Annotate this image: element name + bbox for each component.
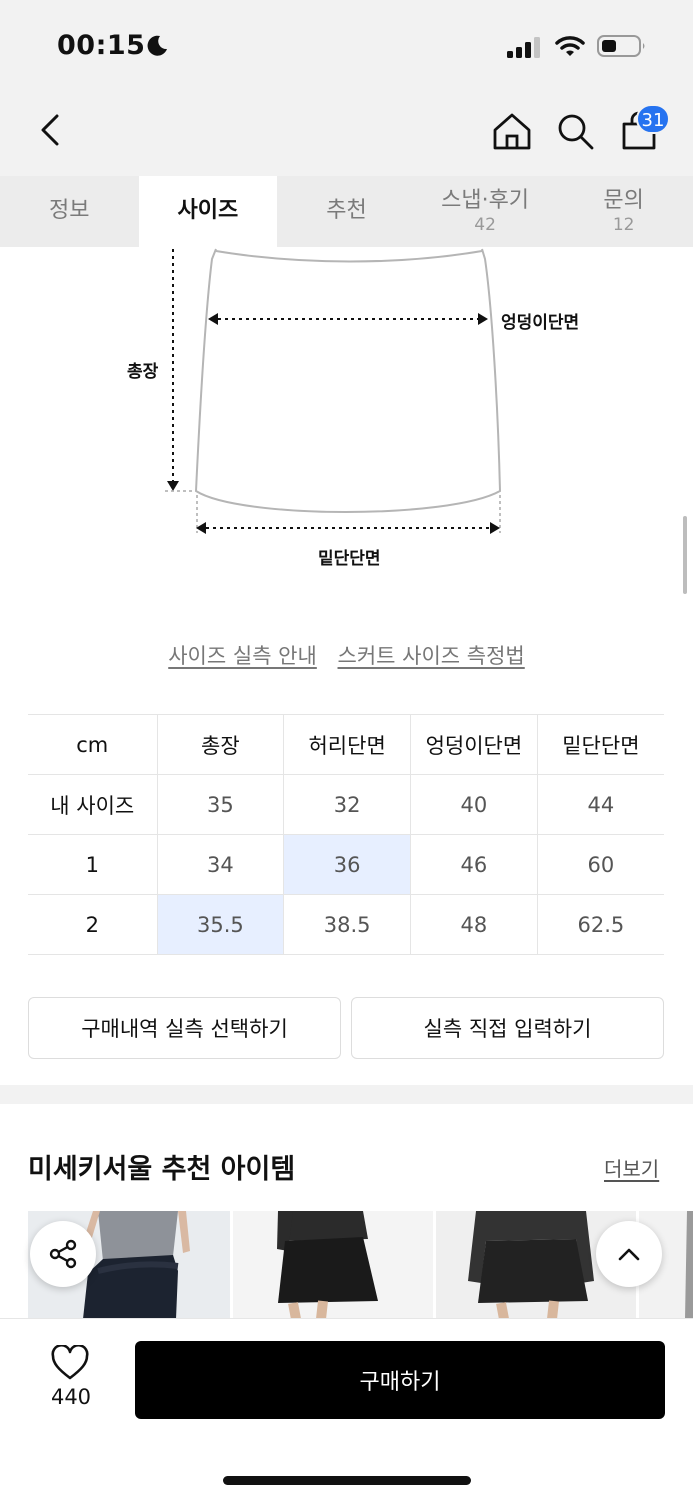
see-more-link[interactable]: 더보기 [604,1153,659,1182]
status-bar: 00:15 [0,0,693,95]
product-thumbnail[interactable] [233,1211,433,1319]
table-cell: 44 [536,774,664,835]
scrollbar[interactable] [683,516,687,594]
like-count: 440 [50,1385,92,1409]
table-cell: 32 [283,774,411,835]
manual-measure-input-button[interactable]: 실측 직접 입력하기 [351,997,664,1059]
chevron-up-icon [618,1248,640,1261]
recommend-section-title: 미세키서울 추천 아이템 [28,1154,296,1185]
select-purchase-history-button[interactable]: 구매내역 실측 선택하기 [28,997,341,1059]
table-header-row: cm 총장 허리단면 엉덩이단면 밑단단면 [28,714,664,775]
table-header-cell: 총장 [156,714,284,775]
heart-icon[interactable] [50,1345,90,1381]
table-header-cell: 엉덩이단면 [410,714,538,775]
table-cell: 46 [410,834,538,895]
table-cell: 1 [28,834,157,895]
length-label: 총장 [127,362,159,382]
size-table: cm 총장 허리단면 엉덩이단면 밑단단면 내 사이즈 35 32 40 44 … [28,714,664,955]
home-icon[interactable] [491,111,533,151]
table-row: 2 35.5 38.5 48 62.5 [28,894,664,955]
tab-bar: 정보 사이즈 추천 스냅·후기 42 문의 12 [0,176,693,247]
tab-label: 사이즈 [177,198,239,224]
table-row: 내 사이즈 35 32 40 44 [28,774,664,835]
table-cell: 48 [410,894,538,955]
search-icon[interactable] [555,111,595,151]
table-cell: 62.5 [536,894,664,955]
table-cell: 60 [536,834,664,895]
cart-count-badge: 31 [636,104,670,134]
home-indicator [223,1476,471,1485]
tab-info[interactable]: 정보 [0,176,139,247]
tab-recommend[interactable]: 추천 [277,176,416,247]
table-cell: 40 [410,774,538,835]
scroll-to-top-button[interactable] [596,1221,662,1287]
size-input-actions: 구매내역 실측 선택하기 실측 직접 입력하기 [28,997,664,1059]
status-time: 00:15 [57,30,146,61]
hem-width-label: 밑단단면 [318,549,381,569]
table-cell: 38.5 [283,894,411,955]
recommend-carousel [28,1211,693,1319]
tab-label: 정보 [49,198,90,224]
table-header-cell: 허리단면 [283,714,411,775]
tab-count: 12 [612,214,635,235]
table-cell: 내 사이즈 [28,774,157,835]
section-divider [0,1085,693,1104]
back-icon[interactable] [36,113,66,147]
table-header-cell: cm [28,714,157,775]
wifi-icon [555,36,585,56]
battery-icon [597,35,645,57]
share-icon [49,1239,77,1269]
skirt-measure-method-link[interactable]: 스커트 사이즈 측정법 [338,644,525,668]
share-button[interactable] [30,1221,96,1287]
table-cell: 35 [156,774,284,835]
size-guide-links: 사이즈 실측 안내 스커트 사이즈 측정법 [0,640,693,670]
table-header-cell: 밑단단면 [536,714,664,775]
tab-snap-review[interactable]: 스냅·후기 42 [416,176,555,247]
bottom-purchase-bar: 440 구매하기 [0,1318,693,1500]
tab-label: 추천 [326,198,367,224]
table-cell-highlighted: 35.5 [156,894,284,955]
moon-icon [147,35,167,56]
buy-button[interactable]: 구매하기 [135,1341,665,1419]
tab-inquiry[interactable]: 문의 12 [554,176,693,247]
tab-label: 스냅·후기 [441,187,530,213]
table-cell: 34 [156,834,284,895]
skirt-outline [165,248,502,534]
skirt-measurement-diagram: 총장 엉덩이단면 밑단단면 [120,247,620,577]
table-row: 1 34 36 46 60 [28,834,664,895]
tab-count: 42 [474,214,496,235]
table-cell: 2 [28,894,157,955]
size-measure-guide-link[interactable]: 사이즈 실측 안내 [168,644,317,668]
table-cell-highlighted: 36 [283,834,411,895]
tab-label: 문의 [603,187,644,213]
header [0,95,693,176]
hip-width-label: 엉덩이단면 [501,313,580,333]
cellular-signal-icon [507,37,540,58]
tab-size[interactable]: 사이즈 [138,176,278,247]
